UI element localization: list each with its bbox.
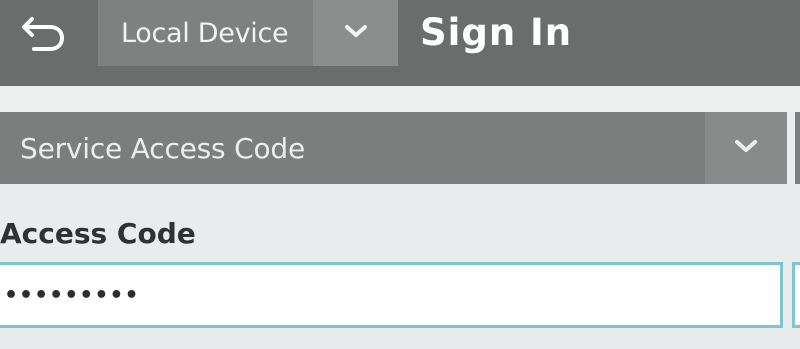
back-button[interactable] [0, 0, 88, 66]
access-code-input[interactable]: ••••••••• [0, 262, 783, 328]
access-code-label: Access Code [0, 217, 196, 250]
chevron-down-icon [342, 22, 370, 44]
device-select-value: Local Device [121, 17, 289, 49]
access-code-value: ••••••••• [4, 282, 140, 308]
chevron-down-icon [732, 137, 760, 159]
bottom-strip [0, 328, 800, 349]
device-select-toggle[interactable] [313, 0, 398, 66]
header-bar: Local Device Sign In [0, 0, 800, 86]
adjacent-panel-edge [795, 112, 800, 184]
signin-method-select[interactable]: Service Access Code [0, 112, 787, 184]
adjacent-input-edge[interactable] [792, 262, 800, 328]
device-select[interactable]: Local Device [98, 0, 398, 66]
back-arrow-icon [20, 13, 68, 53]
page-title: Sign In [420, 11, 573, 54]
signin-method-toggle[interactable] [705, 112, 787, 184]
signin-method-value: Service Access Code [20, 131, 306, 165]
adjacent-label-edge [793, 230, 800, 248]
header-separator [0, 86, 800, 112]
